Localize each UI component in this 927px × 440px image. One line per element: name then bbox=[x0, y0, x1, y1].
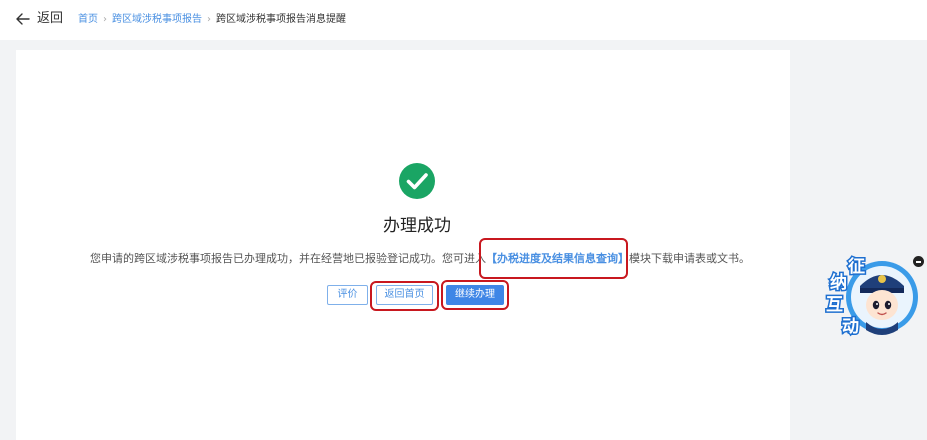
breadcrumb-separator: › bbox=[207, 14, 211, 25]
result-title: 办理成功 bbox=[383, 216, 451, 236]
message-text-before: 您申请的跨区域涉税事项报告已办理成功，并在经营地已报验登记成功。您可进入 bbox=[90, 252, 486, 265]
back-label: 返回 bbox=[37, 11, 64, 26]
top-bar: 返回 首页 › 跨区域涉税事项报告 › 跨区域涉税事项报告消息提醒 bbox=[0, 0, 927, 40]
message-text-after: 模块下载申请表或文书。 bbox=[629, 252, 750, 265]
mascot-widget[interactable]: 征 纳 互 动 bbox=[822, 250, 922, 345]
breadcrumb-home[interactable]: 首页 bbox=[78, 13, 98, 27]
arrow-left-icon bbox=[16, 13, 30, 25]
result-card bbox=[16, 50, 790, 440]
badge-icon bbox=[878, 275, 886, 283]
mascot-char-hu: 互 bbox=[826, 295, 843, 315]
breadcrumb-current: 跨区域涉税事项报告消息提醒 bbox=[216, 14, 346, 25]
highlight-box-continue bbox=[441, 280, 509, 310]
breadcrumb-separator: › bbox=[103, 14, 107, 25]
result-message: 您申请的跨区域涉税事项报告已办理成功，并在经营地已报验登记成功。您可进入【办税进… bbox=[90, 251, 750, 267]
highlight-box-link bbox=[479, 238, 628, 279]
mascot-char-na: 纳 bbox=[830, 272, 847, 293]
back-button[interactable]: 返回 bbox=[14, 10, 63, 28]
check-circle-icon bbox=[399, 163, 435, 199]
breadcrumb: 首页 › 跨区域涉税事项报告 › 跨区域涉税事项报告消息提醒 bbox=[78, 13, 346, 27]
minimize-widget-button[interactable] bbox=[913, 256, 924, 267]
mascot-char-zheng: 征 bbox=[848, 256, 865, 277]
breadcrumb-cross-region-report[interactable]: 跨区域涉税事项报告 bbox=[112, 13, 202, 27]
rate-button[interactable]: 评价 bbox=[327, 285, 368, 305]
highlight-box-home bbox=[370, 281, 439, 311]
mascot-char-dong: 动 bbox=[842, 317, 859, 337]
